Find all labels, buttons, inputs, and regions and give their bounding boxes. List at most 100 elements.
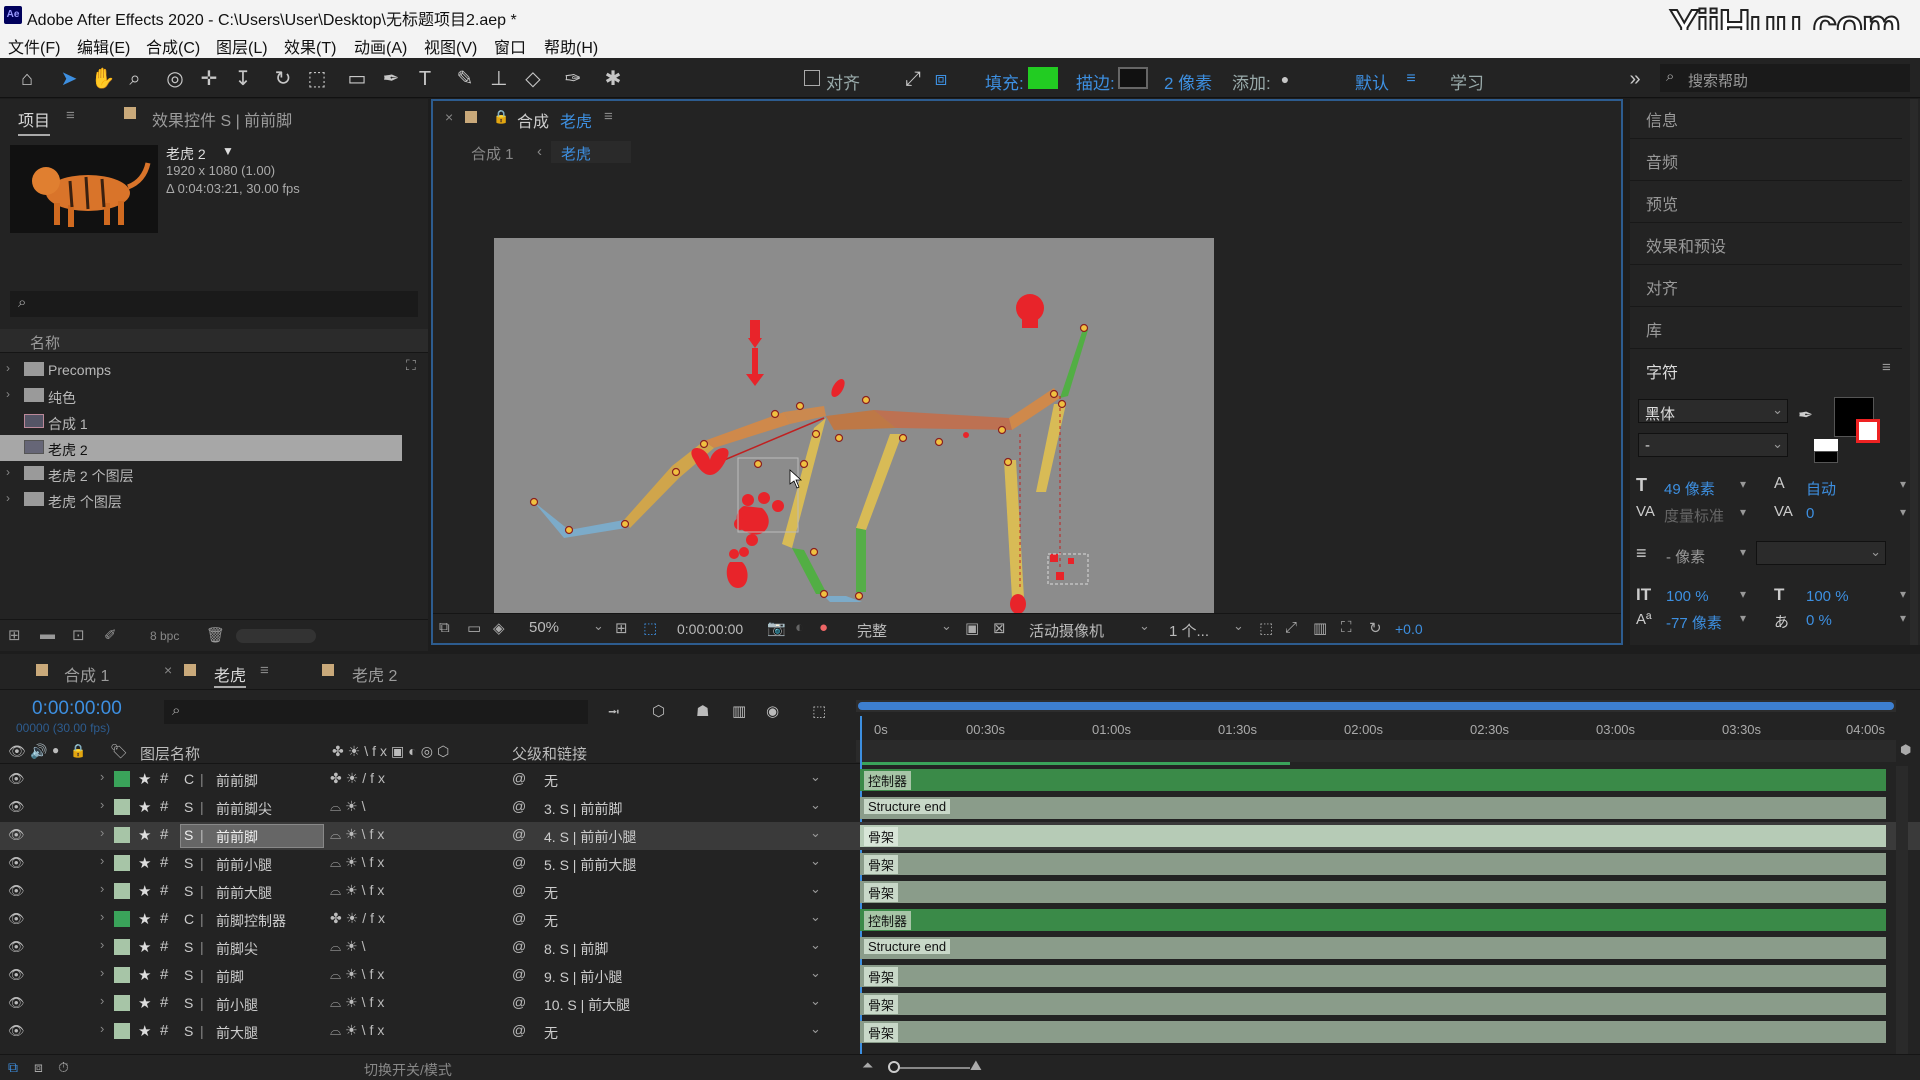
layer-duration-bar[interactable]: Structure end: [860, 797, 1886, 819]
eye-icon[interactable]: 👁: [8, 883, 25, 899]
project-settings-icon[interactable]: ✐: [104, 626, 117, 644]
thumbnail-slider[interactable]: [236, 629, 316, 643]
panel-preview[interactable]: 预览: [1630, 183, 1902, 223]
selection-tool-icon[interactable]: ➤: [56, 66, 82, 92]
type-tool-icon[interactable]: T: [412, 66, 438, 92]
menu-help[interactable]: 帮助(H): [544, 34, 598, 58]
switches-icons[interactable]: ✤☀\fx▣◐◎⬡: [332, 743, 453, 760]
menu-view[interactable]: 视图(V): [424, 34, 477, 58]
chevron-right-icon[interactable]: ›: [100, 909, 104, 924]
project-item[interactable]: › Precomps: [0, 357, 428, 383]
label-swatch[interactable]: [114, 771, 130, 787]
panel-info[interactable]: 信息: [1630, 99, 1902, 139]
chevron-down-icon[interactable]: ▾: [1900, 611, 1906, 625]
layer-duration-bar[interactable]: 骨架: [860, 965, 1886, 987]
comp-mini-flowchart-icon[interactable]: ⭲: [608, 702, 619, 727]
puppet-pin-icon[interactable]: ✱: [600, 66, 626, 92]
lock-icon[interactable]: 🔒: [493, 109, 509, 125]
motion-blur-icon[interactable]: ◉: [766, 702, 779, 720]
chevron-down-icon[interactable]: ⌄: [810, 993, 821, 1009]
comp-tab-name[interactable]: 老虎: [560, 108, 592, 132]
workspace-default[interactable]: 默认: [1355, 69, 1389, 94]
project-search[interactable]: ⌕: [10, 291, 418, 317]
help-search[interactable]: ⌕ 搜索帮助: [1660, 64, 1910, 92]
close-tab-icon[interactable]: ×: [445, 109, 453, 125]
layer-row-selected[interactable]: 👁 › ★ # S | 前前脚 ⌓☀\fx @ 4. S | 前前小腿 ⌄ 骨架: [0, 822, 1920, 850]
layer-duration-bar[interactable]: Structure end: [860, 937, 1886, 959]
panel-menu-icon[interactable]: ≡: [66, 107, 75, 124]
expand-icon[interactable]: »: [1622, 66, 1648, 92]
layer-duration-bar[interactable]: 骨架: [860, 993, 1886, 1015]
layer-switches[interactable]: ⌓☀\fx: [330, 1022, 388, 1039]
layer-switches-toggle-icon[interactable]: ⧉: [8, 1059, 18, 1076]
chevron-down-icon[interactable]: ⌄: [810, 1021, 821, 1037]
comp-viewer[interactable]: [494, 238, 1214, 614]
work-area-bar[interactable]: [856, 700, 1896, 712]
brush-tool-icon[interactable]: ✎: [452, 66, 478, 92]
zoom-in-icon[interactable]: ⛰: [970, 1057, 982, 1074]
chevron-down-icon[interactable]: ⌄: [810, 909, 821, 925]
layer-duration-bar[interactable]: 控制器: [860, 769, 1886, 791]
pickwhip-icon[interactable]: @: [512, 966, 526, 982]
breadcrumb-current[interactable]: 老虎: [551, 141, 631, 163]
column-parent[interactable]: 父级和链接: [512, 743, 587, 764]
exposure-value[interactable]: +0.0: [1395, 621, 1423, 637]
pickwhip-icon[interactable]: @: [512, 770, 526, 786]
chevron-down-icon[interactable]: ⌄: [810, 937, 821, 953]
channel-icon[interactable]: ●: [819, 619, 828, 636]
fill-swatch[interactable]: [1028, 67, 1058, 89]
selected-item-name[interactable]: 老虎 2: [166, 144, 206, 164]
pickwhip-icon[interactable]: @: [512, 854, 526, 870]
layer-row[interactable]: 👁 › ★ # S | 前脚尖 ⌓☀\ @ 8. S | 前脚 ⌄ Struct…: [0, 934, 1920, 962]
layer-row[interactable]: 👁 › ★ # S | 前大腿 ⌓☀\fx @ 无 ⌄ 骨架: [0, 1018, 1920, 1046]
menu-animation[interactable]: 动画(A): [354, 34, 407, 58]
chevron-down-icon[interactable]: ⌄: [810, 825, 821, 841]
parent-select[interactable]: 8. S | 前脚: [544, 939, 608, 959]
pickwhip-icon[interactable]: @: [512, 798, 526, 814]
view-layout[interactable]: 1 个...: [1169, 620, 1209, 641]
zoom-out-icon[interactable]: ⏶: [862, 1057, 873, 1074]
parent-select[interactable]: 4. S | 前前小腿: [544, 827, 636, 847]
chevron-right-icon[interactable]: ›: [100, 965, 104, 980]
solo-icon[interactable]: ●: [52, 743, 59, 757]
chevron-right-icon[interactable]: ›: [6, 491, 10, 505]
chevron-down-icon[interactable]: ▾: [1900, 587, 1906, 601]
timeline-tab-comp1[interactable]: 合成 1: [64, 662, 109, 686]
timeline-icon[interactable]: ▥: [1313, 619, 1327, 637]
home-icon[interactable]: ⌂: [14, 66, 40, 92]
eye-icon[interactable]: 👁: [8, 1023, 25, 1039]
comp-marker-icon[interactable]: ⬢: [1900, 742, 1911, 758]
pickwhip-icon[interactable]: @: [512, 882, 526, 898]
chevron-down-icon[interactable]: ⌄: [1233, 618, 1244, 634]
layer-switches[interactable]: ⌓☀\: [330, 938, 370, 955]
label-swatch[interactable]: [114, 827, 130, 843]
eye-icon[interactable]: 👁: [8, 855, 25, 871]
stroke-swatch[interactable]: [1118, 67, 1148, 89]
label-swatch[interactable]: [114, 799, 130, 815]
chevron-down-icon[interactable]: ⌄: [593, 618, 604, 634]
toggle-mask-icon[interactable]: ⊠: [993, 619, 1006, 637]
chevron-right-icon[interactable]: ›: [100, 825, 104, 840]
breadcrumb-comp1[interactable]: 合成 1: [471, 143, 514, 164]
chevron-right-icon[interactable]: ›: [100, 769, 104, 784]
panel-menu-icon[interactable]: ≡: [1882, 359, 1891, 376]
frame-blending-icon[interactable]: ▥: [732, 702, 746, 720]
time-ruler[interactable]: 0s 00:30s 01:00s 01:30s 02:00s 02:30s 03…: [856, 714, 1896, 740]
trash-icon[interactable]: 🗑: [206, 626, 225, 644]
menu-file[interactable]: 文件(F): [8, 34, 60, 58]
label-icon[interactable]: 🏷: [110, 743, 128, 760]
layer-switches[interactable]: ✤☀/fx: [330, 770, 389, 787]
flowchart-icon[interactable]: ⛶: [1341, 619, 1352, 636]
parent-select[interactable]: 10. S | 前大腿: [544, 995, 630, 1015]
layer-row[interactable]: 👁 › ★ # C | 前脚控制器 ✤☀/fx @ 无 ⌄ 控制器: [0, 906, 1920, 934]
font-family-select[interactable]: 黑体 ⌄: [1638, 399, 1788, 423]
right-panel-scrollbar[interactable]: [1910, 99, 1918, 645]
black-swatch[interactable]: [1814, 451, 1838, 463]
parent-select[interactable]: 5. S | 前前大腿: [544, 855, 636, 875]
lock-icon[interactable]: 🔒: [70, 743, 86, 759]
rectangle-tool-icon[interactable]: ▭: [344, 66, 370, 92]
work-area-range[interactable]: [858, 702, 1894, 710]
chevron-down-icon[interactable]: ▾: [1900, 477, 1906, 491]
zoom-tool-icon[interactable]: ⌕: [122, 66, 148, 92]
parent-select[interactable]: 无: [544, 911, 558, 931]
